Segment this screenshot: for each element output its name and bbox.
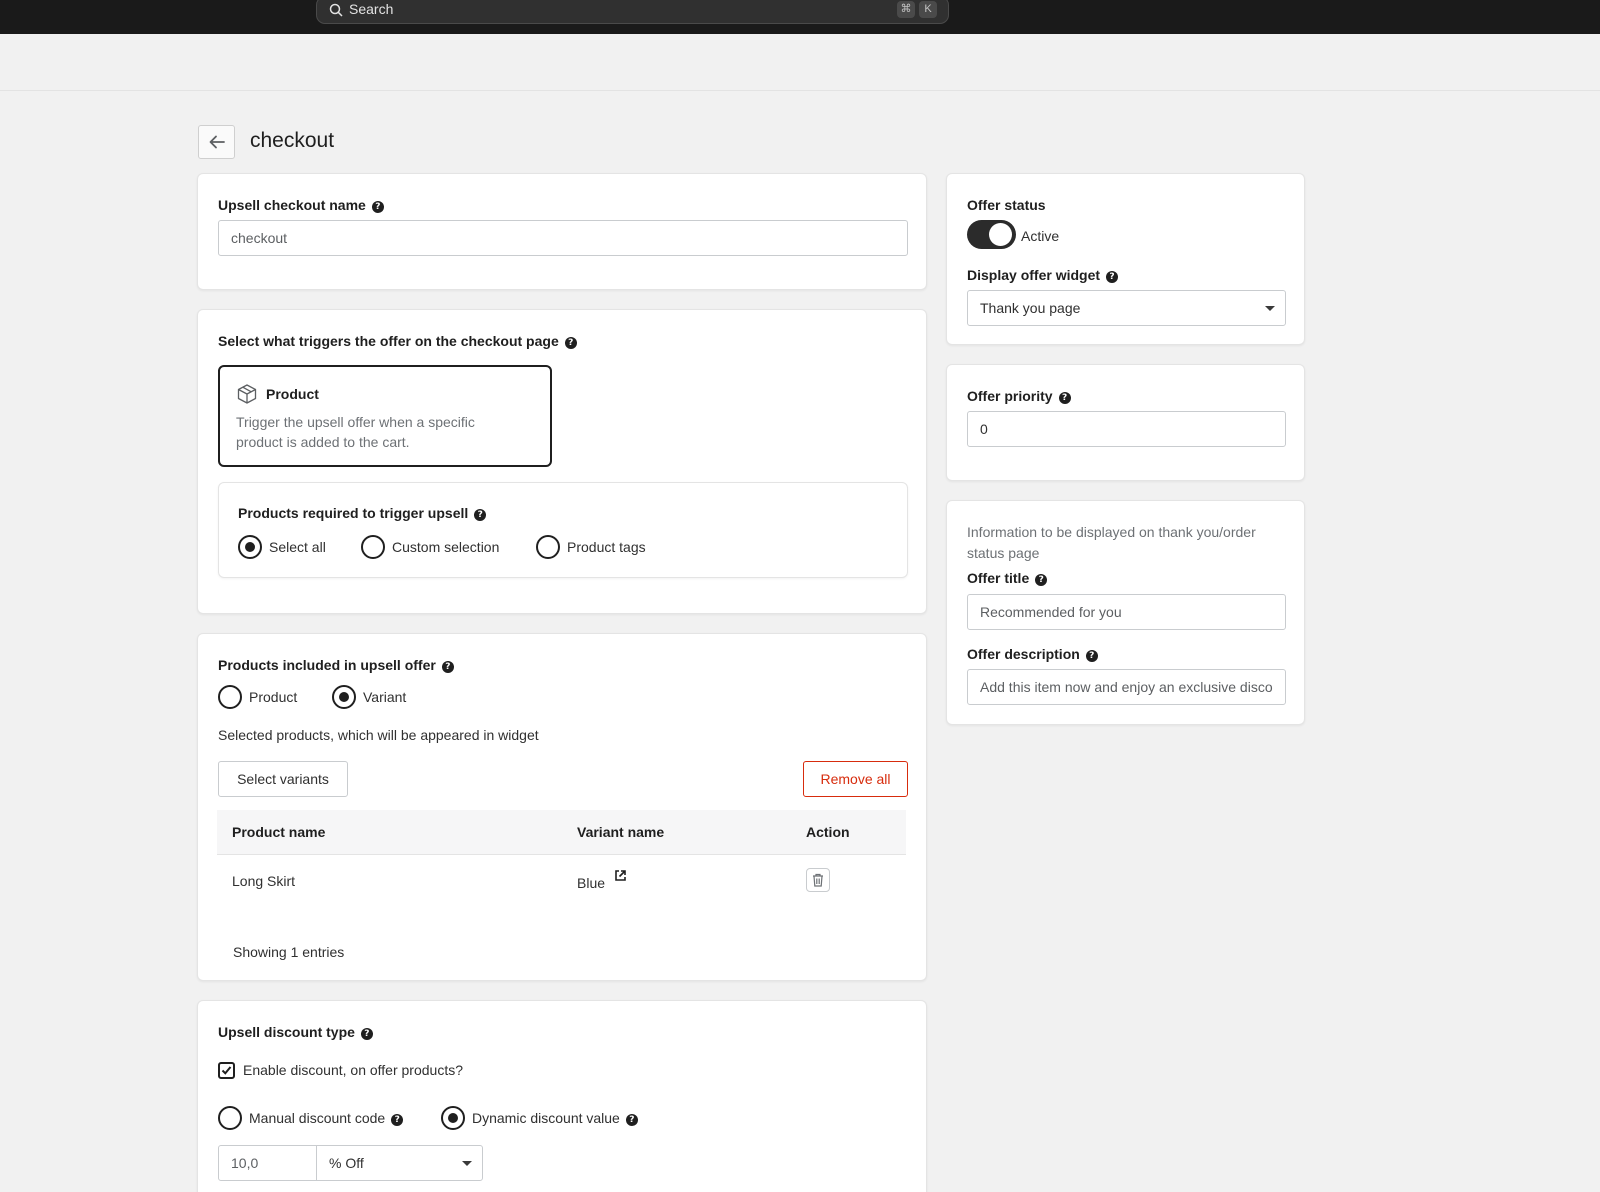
help-icon[interactable]: ? bbox=[1035, 574, 1048, 586]
discount-amount-input[interactable]: 10,0 bbox=[218, 1145, 317, 1181]
help-icon[interactable]: ? bbox=[371, 201, 384, 213]
radio-manual-discount[interactable] bbox=[218, 1106, 242, 1130]
trigger-heading: Select what triggers the offer on the ch… bbox=[218, 333, 577, 349]
required-products-panel: Products required to trigger upsell? Sel… bbox=[218, 482, 908, 578]
help-icon[interactable]: ? bbox=[1106, 271, 1119, 283]
radio-product-tags-label: Product tags bbox=[567, 539, 646, 555]
search-placeholder: Search bbox=[349, 1, 394, 17]
help-icon[interactable]: ? bbox=[391, 1114, 404, 1126]
column-action: Action bbox=[806, 824, 850, 840]
radio-manual-discount-label: Manual discount code? bbox=[249, 1110, 404, 1126]
thankyou-info-card: Information to be displayed on thank you… bbox=[946, 500, 1305, 725]
discount-unit-select[interactable]: % Off bbox=[316, 1145, 483, 1181]
cell-variant-name: Blue bbox=[577, 875, 606, 891]
back-button[interactable] bbox=[198, 125, 235, 159]
entries-count: Showing 1 entries bbox=[233, 944, 345, 960]
offer-priority-input[interactable]: 0 bbox=[967, 411, 1286, 447]
shortcut-cmd: ⌘ bbox=[897, 1, 915, 18]
trigger-option-description: Trigger the upsell offer when a specific… bbox=[236, 414, 475, 450]
offer-title-label: Offer title? bbox=[967, 570, 1048, 586]
shortcut-k: K bbox=[919, 1, 937, 18]
radio-select-all[interactable] bbox=[238, 535, 262, 559]
checkout-name-card: Upsell checkout name? checkout bbox=[197, 173, 927, 290]
offer-priority-card: Offer priority? 0 bbox=[946, 364, 1305, 481]
radio-product-label: Product bbox=[249, 689, 298, 705]
help-icon[interactable]: ? bbox=[1058, 392, 1071, 404]
package-icon bbox=[237, 384, 257, 404]
radio-variant-label: Variant bbox=[363, 689, 407, 705]
help-icon[interactable]: ? bbox=[474, 509, 487, 521]
required-products-label: Products required to trigger upsell? bbox=[238, 505, 487, 521]
column-product-name: Product name bbox=[232, 824, 326, 840]
radio-select-all-label: Select all bbox=[269, 539, 326, 555]
radio-dynamic-discount-label: Dynamic discount value? bbox=[472, 1110, 638, 1126]
included-products-card: Products included in upsell offer? Produ… bbox=[197, 633, 927, 981]
help-icon[interactable]: ? bbox=[625, 1114, 638, 1126]
offer-description-input[interactable]: Add this item now and enjoy an exclusive… bbox=[967, 669, 1286, 705]
radio-dynamic-discount[interactable] bbox=[441, 1106, 465, 1130]
discount-unit-value: % Off bbox=[329, 1155, 364, 1171]
arrow-left-icon bbox=[209, 135, 225, 149]
radio-product[interactable] bbox=[218, 685, 242, 709]
check-icon bbox=[221, 1066, 232, 1075]
trigger-option-title: Product bbox=[266, 386, 319, 402]
delete-button[interactable] bbox=[806, 868, 830, 892]
selected-products-text: Selected products, which will be appeare… bbox=[218, 727, 539, 743]
offer-status-text: Active bbox=[1021, 228, 1060, 244]
display-widget-value: Thank you page bbox=[980, 300, 1081, 316]
display-widget-select[interactable]: Thank you page bbox=[967, 290, 1286, 326]
offer-status-toggle[interactable] bbox=[967, 220, 1016, 249]
trigger-card: Select what triggers the offer on the ch… bbox=[197, 309, 927, 614]
trash-icon bbox=[813, 873, 823, 887]
global-search[interactable]: Search ⌘ K bbox=[316, 0, 949, 24]
top-bar: Search ⌘ K bbox=[0, 0, 1600, 34]
page-title: checkout bbox=[250, 129, 335, 152]
chevron-down-icon bbox=[1265, 306, 1275, 311]
offer-status-card: Offer status Active Display offer widget… bbox=[946, 173, 1305, 345]
search-icon bbox=[329, 3, 343, 17]
select-variants-button[interactable]: Select variants bbox=[218, 761, 348, 797]
offer-status-label: Offer status bbox=[967, 197, 1046, 213]
cell-product-name: Long Skirt bbox=[232, 873, 296, 889]
help-icon[interactable]: ? bbox=[1085, 650, 1098, 662]
discount-card: Upsell discount type? Enable discount, o… bbox=[197, 1000, 927, 1192]
external-link-icon[interactable] bbox=[615, 870, 626, 881]
table-header: Product name Variant name Action bbox=[217, 810, 906, 855]
table-row: Long Skirt Blue bbox=[217, 855, 906, 907]
display-widget-label: Display offer widget? bbox=[967, 267, 1119, 283]
radio-custom-selection-label: Custom selection bbox=[392, 539, 500, 555]
offer-priority-label: Offer priority? bbox=[967, 388, 1071, 404]
column-variant-name: Variant name bbox=[577, 824, 665, 840]
radio-product-tags[interactable] bbox=[536, 535, 560, 559]
chevron-down-icon bbox=[462, 1161, 472, 1166]
enable-discount-checkbox[interactable] bbox=[218, 1062, 235, 1079]
radio-variant[interactable] bbox=[332, 685, 356, 709]
checkout-name-label: Upsell checkout name? bbox=[218, 197, 384, 213]
help-icon[interactable]: ? bbox=[360, 1028, 373, 1040]
sub-header bbox=[0, 34, 1600, 91]
info-intro: Information to be displayed on thank you… bbox=[967, 524, 1256, 561]
trigger-option-product[interactable]: Product Trigger the upsell offer when a … bbox=[218, 365, 552, 467]
offer-title-input[interactable]: Recommended for you bbox=[967, 594, 1286, 630]
radio-custom-selection[interactable] bbox=[361, 535, 385, 559]
enable-discount-label: Enable discount, on offer products? bbox=[243, 1062, 464, 1078]
toggle-knob bbox=[989, 223, 1012, 246]
remove-all-button[interactable]: Remove all bbox=[803, 761, 908, 797]
help-icon[interactable]: ? bbox=[564, 337, 577, 349]
offer-description-label: Offer description? bbox=[967, 646, 1098, 662]
included-products-heading: Products included in upsell offer? bbox=[218, 657, 454, 673]
checkout-name-input[interactable]: checkout bbox=[218, 220, 908, 256]
discount-heading: Upsell discount type? bbox=[218, 1024, 373, 1040]
help-icon[interactable]: ? bbox=[441, 661, 454, 673]
